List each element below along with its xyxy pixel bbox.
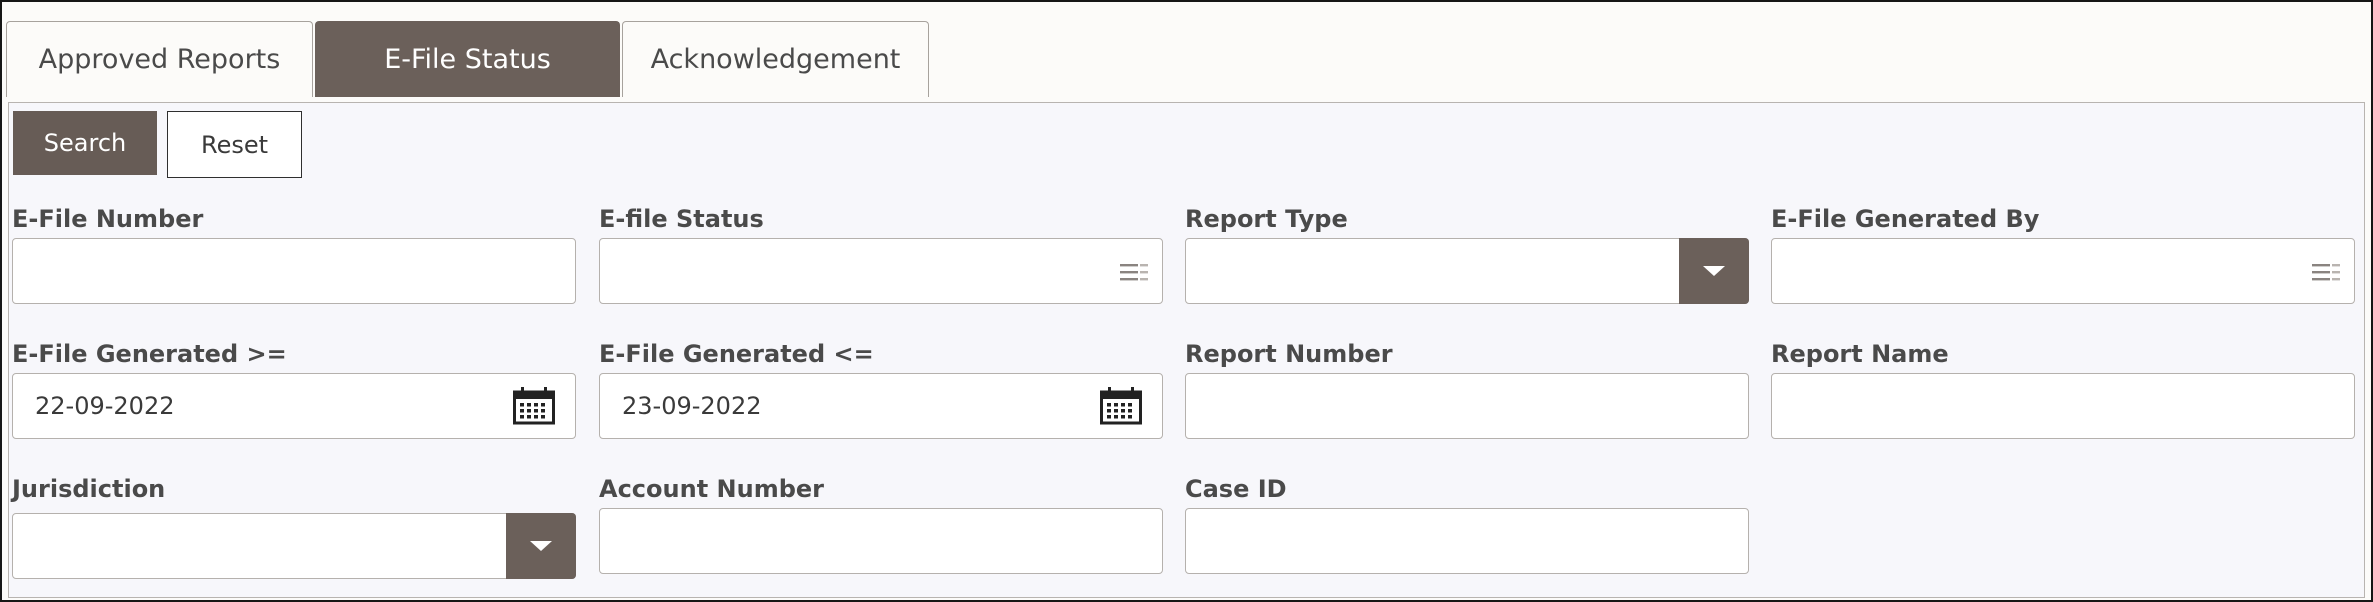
efile-number-label: E-File Number xyxy=(12,205,204,233)
efile-generated-from-label: E-File Generated >= xyxy=(12,340,287,368)
list-icon[interactable] xyxy=(2312,261,2340,283)
efile-generated-from-date[interactable]: 22-09-2022 xyxy=(12,373,576,439)
tab-label: Acknowledgement xyxy=(650,44,901,75)
report-name-field[interactable] xyxy=(1771,373,2355,439)
account-number-field[interactable] xyxy=(599,508,1163,574)
efile-generated-to-date[interactable]: 23-09-2022 xyxy=(599,373,1163,439)
report-type-label: Report Type xyxy=(1185,205,1348,233)
report-type-dropdown-button[interactable] xyxy=(1679,238,1749,304)
case-id-label: Case ID xyxy=(1185,475,1287,503)
account-number-label: Account Number xyxy=(599,475,824,503)
efile-generated-from-value: 22-09-2022 xyxy=(35,392,175,420)
app-frame: Approved Reports E-File Status Acknowled… xyxy=(0,0,2373,602)
calendar-icon[interactable] xyxy=(513,387,555,425)
report-name-label: Report Name xyxy=(1771,340,1949,368)
search-panel: Search Reset E-File Number E-file Status… xyxy=(8,102,2365,598)
tab-acknowledgement[interactable]: Acknowledgement xyxy=(622,21,929,97)
tab-label: E-File Status xyxy=(384,44,551,75)
efile-generated-by-label: E-File Generated By xyxy=(1771,205,2040,233)
jurisdiction-label: Jurisdiction xyxy=(12,475,166,503)
jurisdiction-select[interactable] xyxy=(12,513,576,579)
report-type-select[interactable] xyxy=(1185,238,1749,304)
tab-efile-status[interactable]: E-File Status xyxy=(315,21,620,97)
jurisdiction-dropdown-button[interactable] xyxy=(506,513,576,579)
calendar-icon[interactable] xyxy=(1100,387,1142,425)
tab-approved-reports[interactable]: Approved Reports xyxy=(6,21,313,97)
efile-status-label: E-file Status xyxy=(599,205,764,233)
report-number-label: Report Number xyxy=(1185,340,1393,368)
report-number-field[interactable] xyxy=(1185,373,1749,439)
efile-status-field[interactable] xyxy=(599,238,1163,304)
reset-button[interactable]: Reset xyxy=(167,111,302,178)
chevron-down-icon xyxy=(530,541,552,551)
efile-generated-to-label: E-File Generated <= xyxy=(599,340,874,368)
case-id-field[interactable] xyxy=(1185,508,1749,574)
efile-generated-by-field[interactable] xyxy=(1771,238,2355,304)
search-button[interactable]: Search xyxy=(13,111,157,175)
efile-generated-to-value: 23-09-2022 xyxy=(622,392,762,420)
efile-number-field[interactable] xyxy=(12,238,576,304)
tab-label: Approved Reports xyxy=(38,44,281,75)
list-icon[interactable] xyxy=(1120,261,1148,283)
chevron-down-icon xyxy=(1703,266,1725,276)
